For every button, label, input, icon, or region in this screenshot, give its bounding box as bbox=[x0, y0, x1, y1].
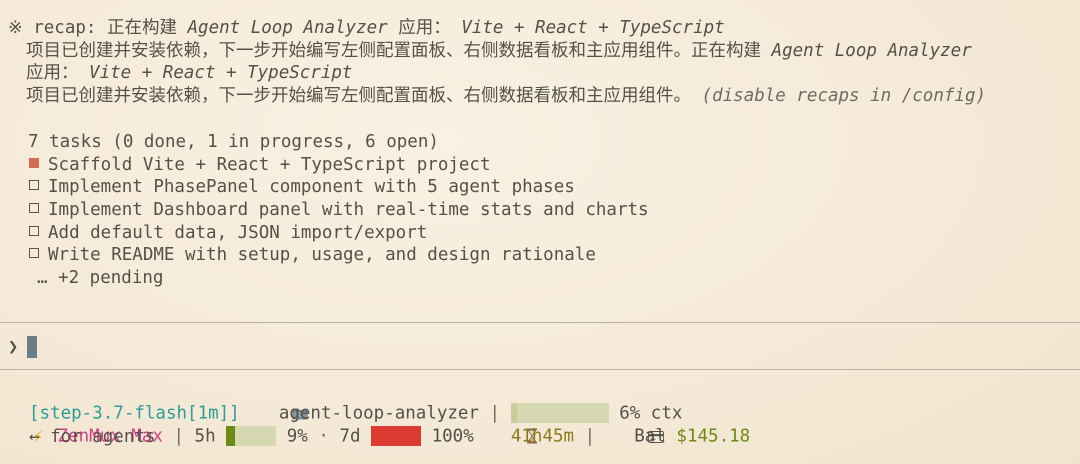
task-item[interactable]: Write README with setup, usage, and desi… bbox=[29, 244, 596, 267]
task-open-icon bbox=[29, 180, 39, 190]
recap-prefix: recap: 正在构建 bbox=[33, 18, 188, 38]
task-item[interactable]: Add default data, JSON import/export bbox=[29, 222, 427, 245]
recap-body-1: 项目已创建并安装依赖，下一步开始编写左侧配置面板、右侧数据看板和主应用组件。正在… bbox=[26, 41, 772, 61]
prompt-input-cursor[interactable] bbox=[27, 336, 37, 358]
task-open-icon bbox=[29, 203, 39, 213]
task-item[interactable]: Implement PhasePanel component with 5 ag… bbox=[29, 176, 575, 199]
hourglass-icon bbox=[484, 403, 538, 448]
task-open-icon bbox=[29, 226, 39, 236]
task-item[interactable]: Implement Dashboard panel with real-time… bbox=[29, 199, 649, 222]
task-in-progress-icon bbox=[29, 158, 39, 168]
usage-7d-label: 100% bbox=[431, 426, 474, 447]
reset-timer: 41h45m bbox=[510, 426, 575, 447]
prompt-divider-bottom bbox=[0, 369, 1080, 370]
prompt-caret-icon: ❯ bbox=[8, 337, 19, 357]
balance-value: $145.18 bbox=[676, 426, 751, 447]
balance-label: Bal bbox=[634, 426, 666, 447]
recap-app-name-2: Agent Loop Analyzer bbox=[771, 41, 972, 61]
recap-stack: Vite + React + TypeScript bbox=[461, 18, 725, 38]
recap-line-3: 应用： Vite + React + TypeScript bbox=[26, 62, 352, 85]
tasks-summary: 7 tasks (0 done, 1 in progress, 6 open) bbox=[28, 132, 439, 152]
task-open-icon bbox=[29, 248, 39, 258]
recap-app-name: Agent Loop Analyzer bbox=[187, 18, 388, 38]
recap-hint: (disable recaps in /config) bbox=[701, 86, 987, 106]
recap-line3-prefix: 应用： bbox=[26, 63, 90, 83]
status-line-2: ⚡ ZenMux Max | 5h 9% · 7d 100% 41h45m | … bbox=[29, 403, 750, 447]
task-label: Scaffold Vite + React + TypeScript proje… bbox=[48, 155, 491, 175]
window-7d-label: 7d bbox=[339, 426, 361, 447]
recap-stack-2: Vite + React + TypeScript bbox=[89, 63, 353, 83]
agents-hint[interactable]: ← for agents bbox=[29, 426, 155, 449]
task-label: Write README with setup, usage, and desi… bbox=[48, 245, 596, 265]
recap-line-1: ※ recap: 正在构建 Agent Loop Analyzer 应用： Vi… bbox=[8, 17, 725, 40]
status-separator: | bbox=[584, 426, 596, 447]
prompt-divider-top bbox=[0, 322, 1080, 323]
recap-marker: ※ bbox=[8, 18, 23, 38]
task-label: Add default data, JSON import/export bbox=[48, 223, 428, 243]
status-separator: | bbox=[173, 426, 184, 447]
usage-5h-fill bbox=[226, 425, 236, 446]
recap-app-suffix: 应用： bbox=[387, 18, 462, 38]
task-label: Implement Dashboard panel with real-time… bbox=[48, 200, 649, 220]
usage-7d-bar bbox=[371, 425, 422, 446]
window-5h-label: 5h bbox=[194, 426, 216, 447]
task-label: Implement PhasePanel component with 5 ag… bbox=[48, 177, 575, 197]
usage-5h-bar bbox=[226, 425, 277, 446]
status-line-1: [step-3.7-flash[1m]] agent-loop-analyzer… bbox=[29, 380, 682, 424]
usage-5h-label: 9% bbox=[286, 426, 308, 447]
recap-body-2: 项目已创建并安装依赖，下一步开始编写左侧配置面板、右侧数据看板和主应用组件。 bbox=[26, 86, 702, 106]
recap-line-4: 项目已创建并安装依赖，下一步开始编写左侧配置面板、右侧数据看板和主应用组件。 (… bbox=[26, 85, 986, 108]
status-dot: · bbox=[318, 426, 329, 447]
tasks-pending[interactable]: … +2 pending bbox=[37, 267, 163, 290]
task-item[interactable]: Scaffold Vite + React + TypeScript proje… bbox=[29, 154, 491, 177]
recap-line-2: 项目已创建并安装依赖，下一步开始编写左侧配置面板、右侧数据看板和主应用组件。正在… bbox=[26, 40, 972, 63]
credit-card-icon bbox=[606, 403, 664, 448]
